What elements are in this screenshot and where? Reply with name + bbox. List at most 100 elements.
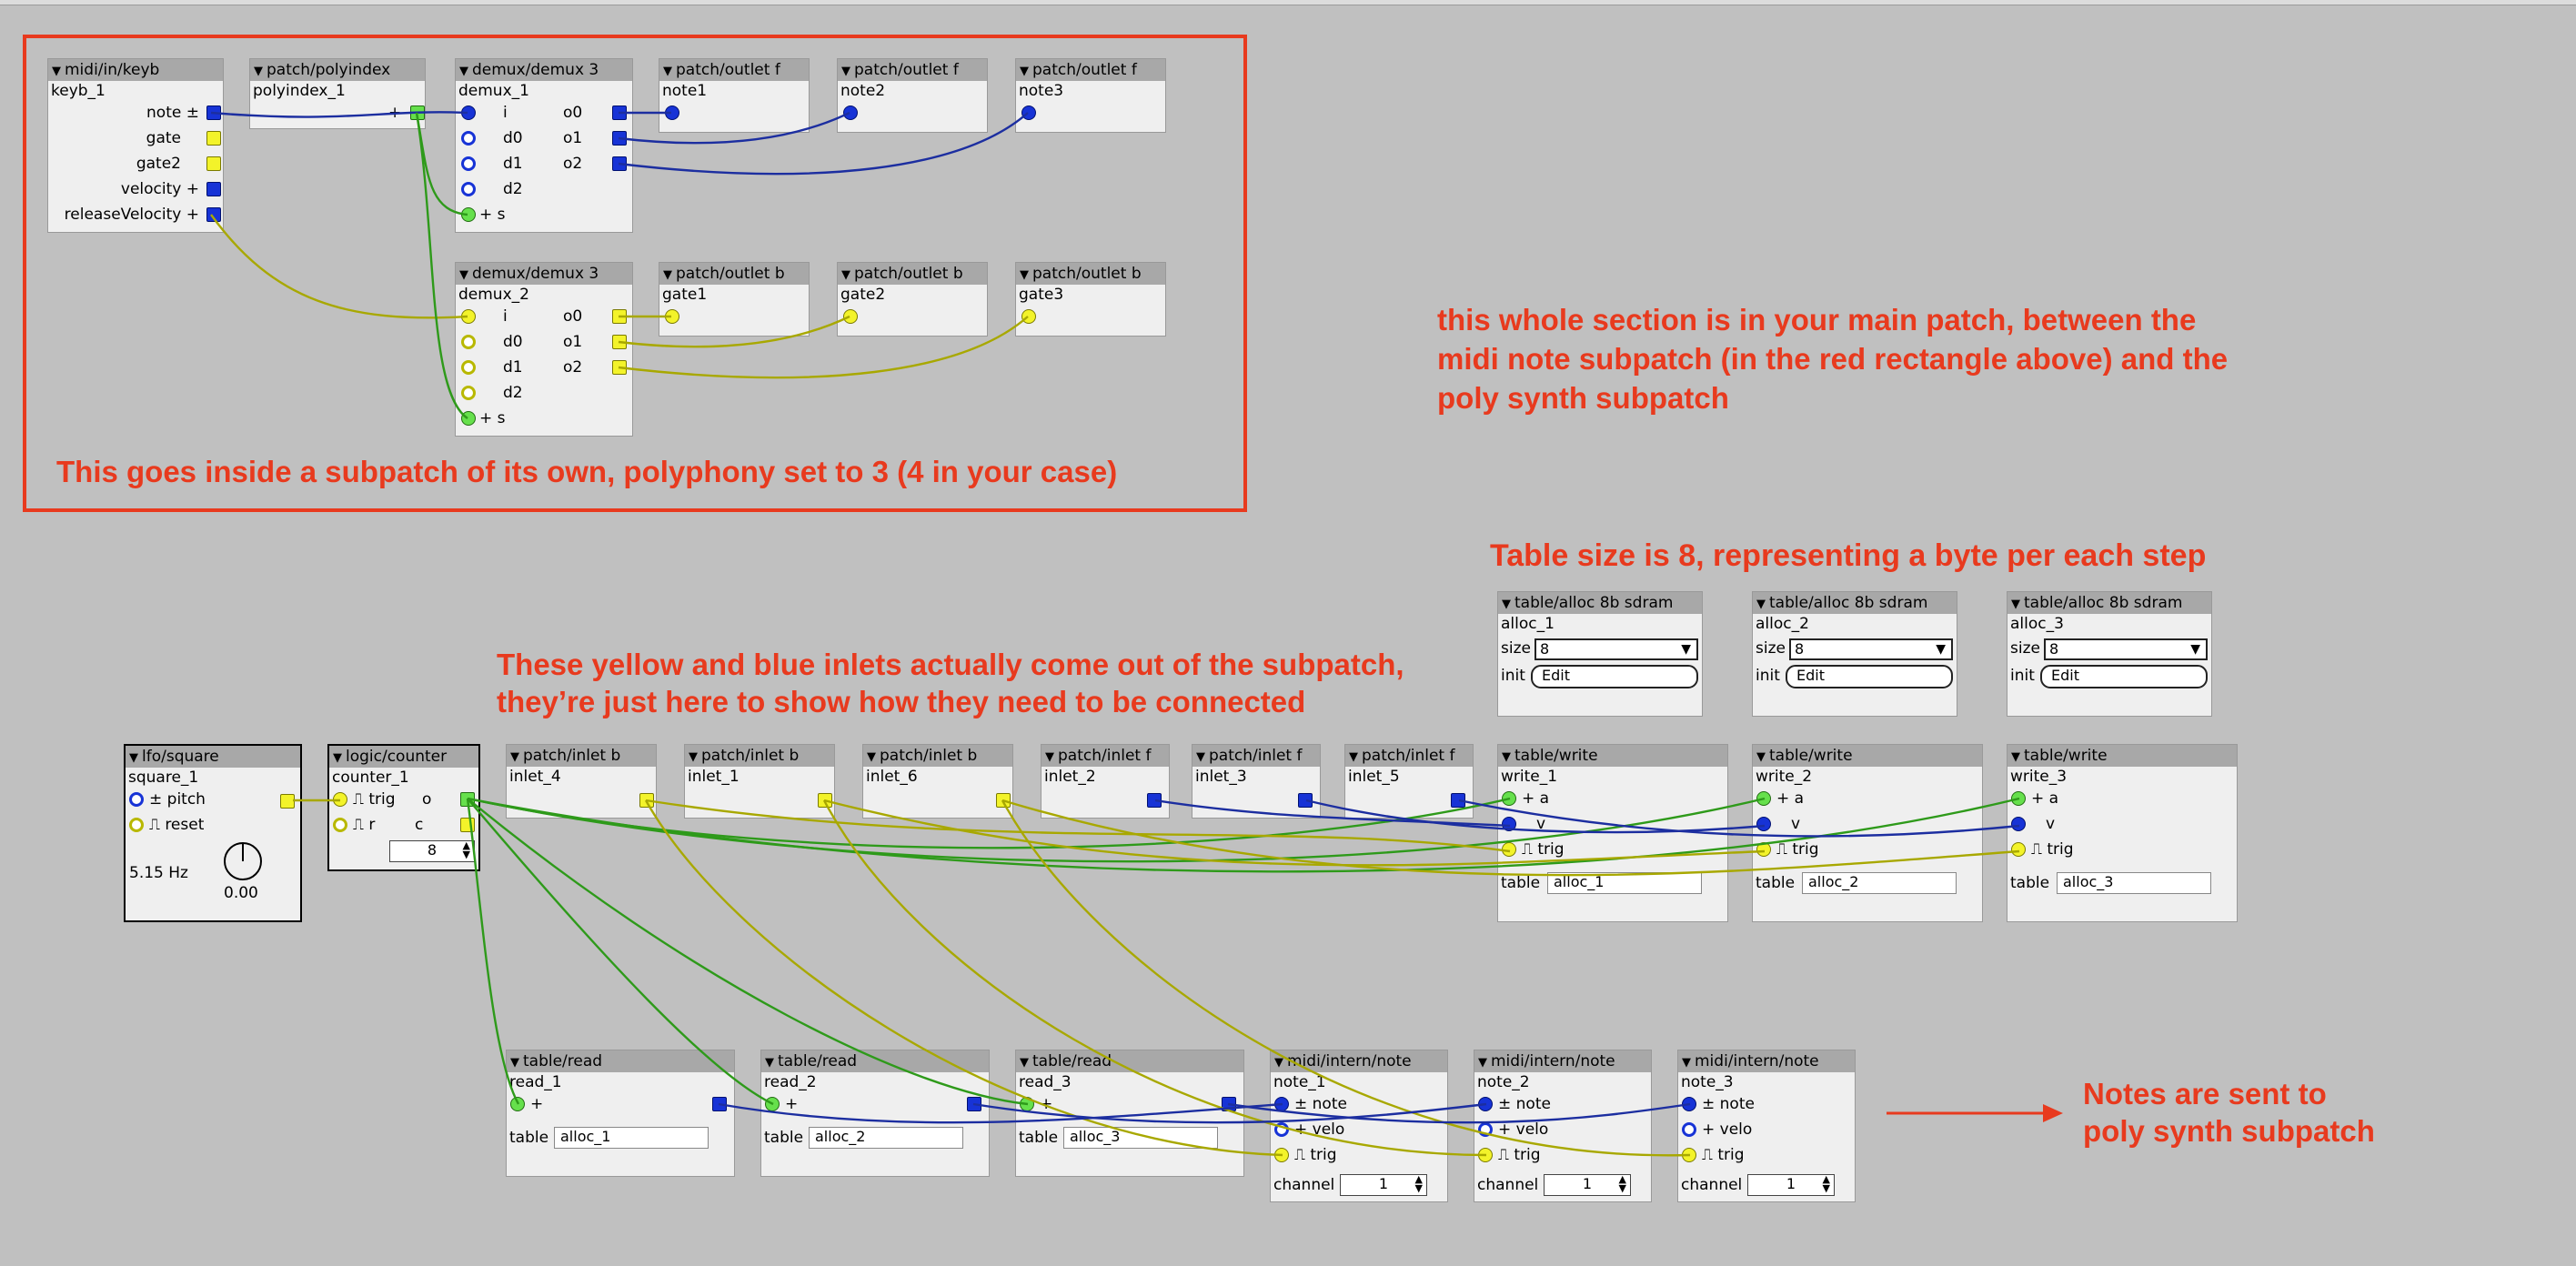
outlet-pin[interactable] [996,793,1011,808]
instance-name[interactable]: inlet_5 [1345,767,1473,787]
outlet-pin[interactable] [1451,793,1465,808]
instance-name[interactable]: note_1 [1271,1072,1447,1092]
outlet-pin-o1[interactable] [612,131,627,146]
object-note-1[interactable]: midi/intern/note note_1 ± note + velo ⎍ … [1270,1050,1448,1202]
object-title[interactable]: lfo/square [126,746,300,768]
inlet-pin-reset[interactable] [129,818,144,832]
inlet-pin-note[interactable] [1478,1097,1493,1111]
instance-name[interactable]: write_3 [2007,767,2237,787]
object-demux-1[interactable]: demux/demux 3 demux_1 i d0 d1 d2 + s o0 … [455,58,633,233]
table-name-field[interactable]: alloc_1 [554,1127,709,1149]
object-inlet-5[interactable]: patch/inlet f inlet_5 [1344,744,1474,819]
inlet-pin-trig[interactable] [333,792,347,807]
pitch-knob[interactable] [224,842,262,880]
table-name-field[interactable]: alloc_3 [1063,1127,1218,1149]
spinner-arrows-icon[interactable]: ▲ ▼ [463,840,470,859]
inlet-pin-v[interactable] [1756,817,1771,831]
object-title[interactable]: midi/intern/note [1271,1050,1447,1072]
object-title[interactable]: logic/counter [329,746,478,768]
object-outlet-gate2[interactable]: patch/outlet b gate2 [837,262,988,337]
inlet-pin-velo[interactable] [1682,1122,1696,1137]
object-read-1[interactable]: table/read read_1 + table alloc_1 [506,1050,735,1177]
init-edit-button[interactable]: Edit [2040,665,2208,688]
object-write-1[interactable]: table/write write_1 + a v ⎍ trig table a… [1497,744,1728,922]
inlet-pin-a[interactable] [1756,791,1771,806]
object-outlet-note1[interactable]: patch/outlet f note1 [659,58,810,133]
spinner-arrows-icon[interactable]: ▲ ▼ [1619,1174,1626,1193]
object-title[interactable]: demux/demux 3 [456,263,632,285]
inlet-pin[interactable] [843,106,858,120]
channel-spinner[interactable]: 1 ▲ ▼ [1340,1174,1427,1196]
instance-name[interactable]: keyb_1 [48,81,223,101]
outlet-pin[interactable] [639,793,654,808]
outlet-pin-o1[interactable] [612,335,627,349]
object-title[interactable]: patch/inlet b [685,745,834,767]
outlet-pin-velocity[interactable] [206,182,221,196]
inlet-pin-s[interactable] [461,207,476,222]
instance-name[interactable]: square_1 [126,768,300,788]
outlet-pin-o[interactable] [967,1097,981,1111]
object-title[interactable]: table/alloc 8b sdram [1753,592,1957,614]
object-title[interactable]: demux/demux 3 [456,59,632,81]
inlet-pin-v[interactable] [1502,817,1516,831]
object-title[interactable]: patch/inlet b [507,745,656,767]
table-name-field[interactable]: alloc_3 [2057,872,2211,894]
instance-name[interactable]: alloc_3 [2007,614,2211,634]
size-dropdown[interactable]: 8 ▼ [1535,638,1698,660]
outlet-pin-c[interactable] [460,818,475,832]
object-inlet-3[interactable]: patch/inlet f inlet_3 [1192,744,1321,819]
inlet-pin-d0[interactable] [461,335,476,349]
outlet-pin-gate[interactable] [206,131,221,146]
inlet-pin[interactable] [1021,106,1036,120]
inlet-pin-i[interactable] [461,106,476,120]
instance-name[interactable]: note_2 [1474,1072,1651,1092]
inlet-pin[interactable] [1021,309,1036,324]
instance-name[interactable]: note2 [838,81,987,101]
table-name-field[interactable]: alloc_2 [809,1127,963,1149]
object-outlet-note3[interactable]: patch/outlet f note3 [1015,58,1166,133]
object-title[interactable]: patch/outlet f [838,59,987,81]
inlet-pin-a[interactable] [1020,1097,1034,1111]
object-title[interactable]: table/write [2007,745,2237,767]
object-title[interactable]: patch/outlet f [1016,59,1165,81]
outlet-pin-note[interactable] [206,106,221,120]
object-title[interactable]: patch/outlet f [659,59,809,81]
object-title[interactable]: table/read [761,1050,989,1072]
object-note-3[interactable]: midi/intern/note note_3 ± note + velo ⎍ … [1677,1050,1856,1202]
channel-spinner[interactable]: 1 ▲ ▼ [1747,1174,1835,1196]
inlet-pin-pitch[interactable] [129,792,144,807]
size-dropdown[interactable]: 8 ▼ [2044,638,2208,660]
inlet-pin-trig[interactable] [1478,1148,1493,1162]
inlet-pin-a[interactable] [2011,791,2026,806]
instance-name[interactable]: write_1 [1498,767,1727,787]
object-title[interactable]: midi/intern/note [1474,1050,1651,1072]
object-counter[interactable]: logic/counter counter_1 ⎍ trig ⎍ r o c 8… [327,744,480,871]
object-read-2[interactable]: table/read read_2 + table alloc_2 [760,1050,990,1177]
instance-name[interactable]: inlet_3 [1192,767,1320,787]
instance-name[interactable]: note3 [1016,81,1165,101]
outlet-pin-o0[interactable] [612,309,627,324]
inlet-pin[interactable] [665,309,679,324]
instance-name[interactable]: demux_2 [456,285,632,305]
object-outlet-gate1[interactable]: patch/outlet b gate1 [659,262,810,337]
instance-name[interactable]: read_1 [507,1072,734,1092]
inlet-pin-trig[interactable] [1756,842,1771,857]
instance-name[interactable]: demux_1 [456,81,632,101]
outlet-pin-o2[interactable] [612,156,627,171]
init-edit-button[interactable]: Edit [1786,665,1953,688]
object-title[interactable]: midi/in/keyb [48,59,223,81]
instance-name[interactable]: alloc_2 [1753,614,1957,634]
size-dropdown[interactable]: 8 ▼ [1789,638,1953,660]
object-alloc-3[interactable]: table/alloc 8b sdram alloc_3 size 8▼ ini… [2007,591,2212,717]
instance-name[interactable]: note_3 [1678,1072,1855,1092]
inlet-pin-trig[interactable] [2011,842,2026,857]
object-title[interactable]: table/write [1753,745,1982,767]
object-alloc-1[interactable]: table/alloc 8b sdram alloc_1 size 8▼ ini… [1497,591,1703,717]
instance-name[interactable]: inlet_1 [685,767,834,787]
object-title[interactable]: patch/polyindex [250,59,425,81]
instance-name[interactable]: read_3 [1016,1072,1243,1092]
object-title[interactable]: patch/inlet f [1345,745,1473,767]
outlet-pin-o[interactable] [460,792,475,807]
inlet-pin-d2[interactable] [461,182,476,196]
object-title[interactable]: table/read [1016,1050,1243,1072]
